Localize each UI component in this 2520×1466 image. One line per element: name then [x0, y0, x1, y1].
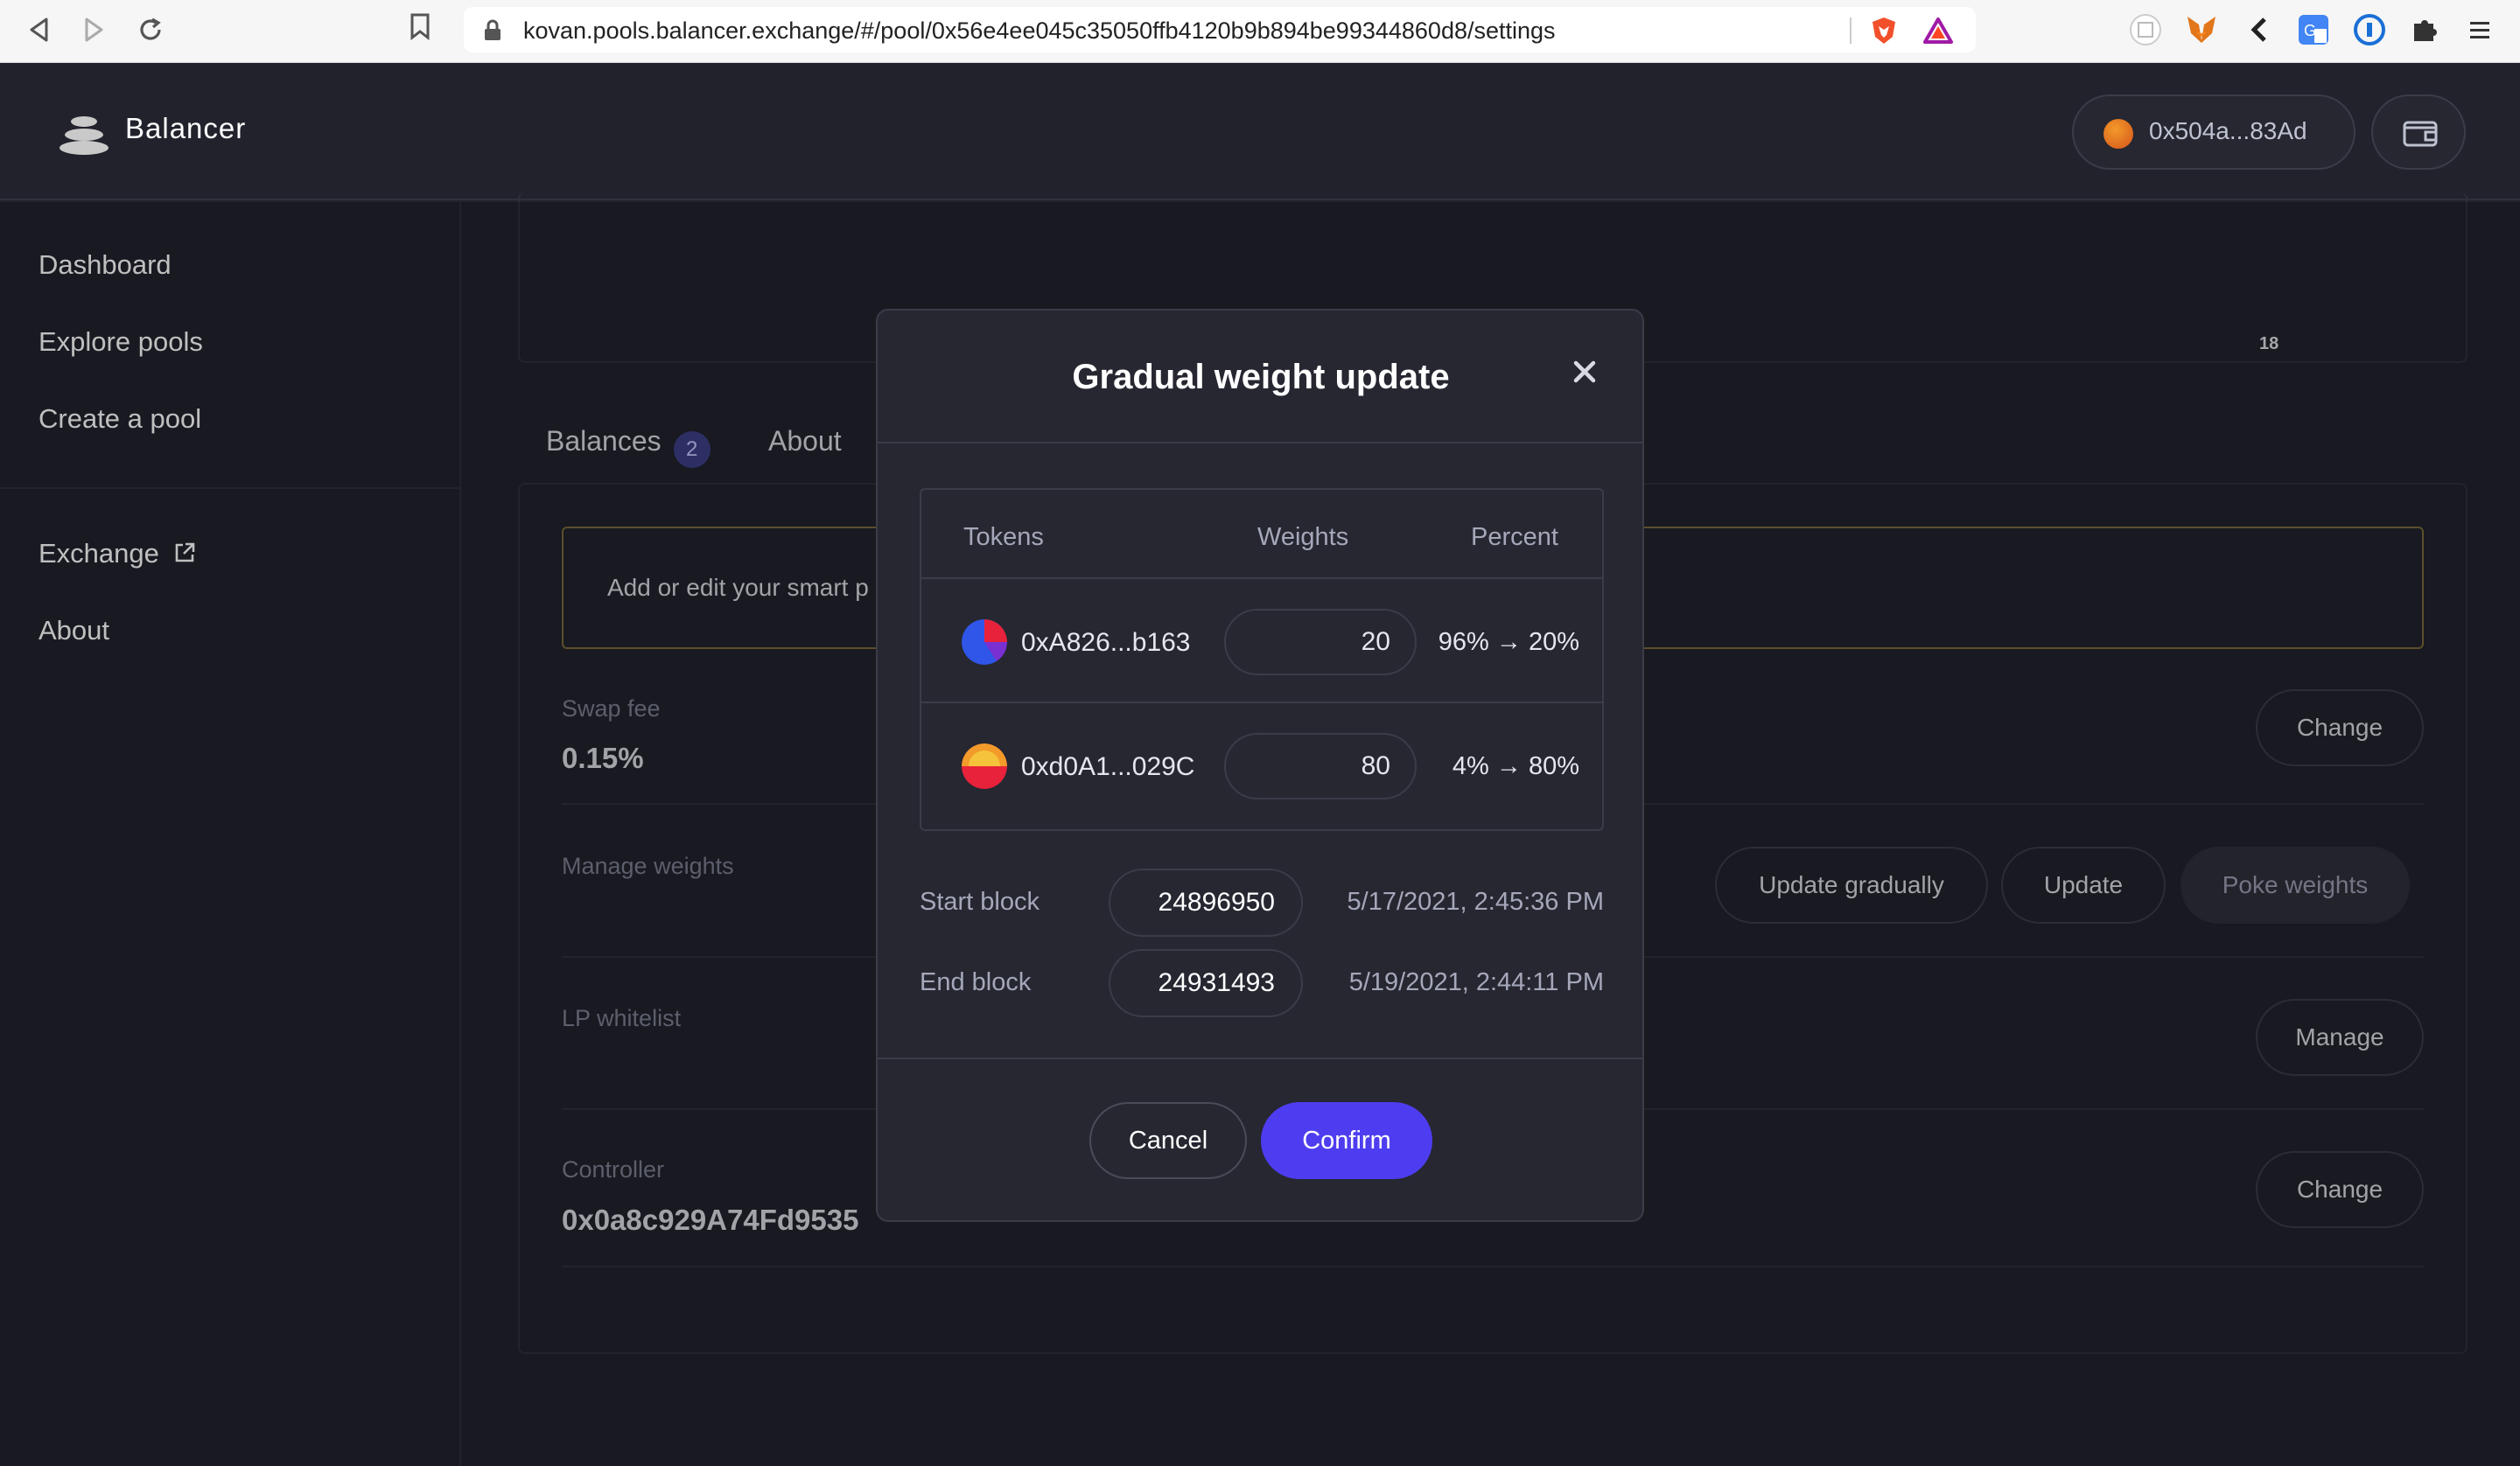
confirm-button[interactable]: Confirm	[1261, 1102, 1432, 1179]
column-header-tokens: Tokens	[963, 523, 1044, 551]
cancel-button[interactable]: Cancel	[1089, 1102, 1247, 1179]
translate-icon[interactable]: G	[2296, 12, 2331, 47]
token-address: 0xd0A1...029C	[1021, 752, 1195, 781]
column-header-weights: Weights	[1257, 523, 1349, 551]
modal-divider	[878, 442, 1644, 443]
close-icon[interactable]	[1569, 356, 1600, 387]
brave-rewards-icon[interactable]	[1923, 17, 1953, 44]
token-icon	[962, 743, 1007, 789]
brand-name[interactable]: Balancer	[125, 112, 246, 145]
weight-input[interactable]	[1224, 609, 1417, 675]
tokens-table: Tokens Weights Percent 0xA826...b163 96%…	[920, 488, 1604, 831]
browser-toolbar: kovan.pools.balancer.exchange/#/pool/0x5…	[0, 0, 2520, 63]
extension-icon[interactable]	[2128, 12, 2163, 47]
weight-input[interactable]	[1224, 733, 1417, 799]
account-avatar	[2104, 119, 2133, 149]
metamask-icon[interactable]	[2184, 12, 2219, 47]
end-block-date: 5/19/2021, 2:44:11 PM	[1348, 968, 1604, 996]
app-header: Balancer 0x504a...83Ad	[0, 63, 2520, 200]
url-divider	[1850, 17, 1852, 44]
forward-icon[interactable]	[75, 10, 114, 49]
token-address: 0xA826...b163	[1021, 628, 1191, 657]
gradual-weight-update-modal: Gradual weight update Tokens Weights Per…	[876, 309, 1644, 1222]
modal-divider	[878, 1058, 1644, 1059]
svg-text:G: G	[2304, 22, 2316, 39]
account-address: 0x504a...83Ad	[2149, 117, 2307, 144]
end-block-label: End block	[920, 968, 1032, 996]
password-manager-icon[interactable]	[2352, 12, 2387, 47]
start-block-date: 5/17/2021, 2:45:36 PM	[1347, 888, 1604, 916]
back-icon[interactable]	[19, 10, 58, 49]
table-divider	[921, 577, 1602, 579]
start-block-label: Start block	[920, 888, 1040, 916]
account-button[interactable]: 0x504a...83Ad	[2072, 94, 2356, 170]
bookmark-icon[interactable]	[410, 12, 436, 47]
column-header-percent: Percent	[1471, 523, 1558, 551]
reload-icon[interactable]	[131, 10, 170, 49]
menu-icon[interactable]	[2462, 12, 2497, 47]
balancer-logo-icon[interactable]	[58, 112, 110, 156]
address-bar[interactable]: kovan.pools.balancer.exchange/#/pool/0x5…	[464, 7, 1976, 52]
brave-shield-icon[interactable]	[1869, 16, 1899, 45]
modal-title: Gradual weight update	[1072, 358, 1450, 396]
url-text: kovan.pools.balancer.exchange/#/pool/0x5…	[523, 17, 1556, 44]
wallet-button[interactable]	[2371, 94, 2466, 170]
percent-change: 4% → 80%	[1452, 752, 1579, 780]
wallet-icon	[2403, 117, 2438, 149]
table-divider	[921, 702, 1602, 703]
lock-icon	[483, 19, 502, 42]
percent-change: 96% → 20%	[1438, 628, 1579, 656]
token-icon	[962, 619, 1007, 665]
extensions-puzzle-icon[interactable]	[2408, 12, 2443, 47]
start-block-input[interactable]	[1109, 869, 1303, 937]
end-block-input[interactable]	[1109, 949, 1303, 1017]
chevron-left-icon[interactable]	[2242, 12, 2277, 47]
